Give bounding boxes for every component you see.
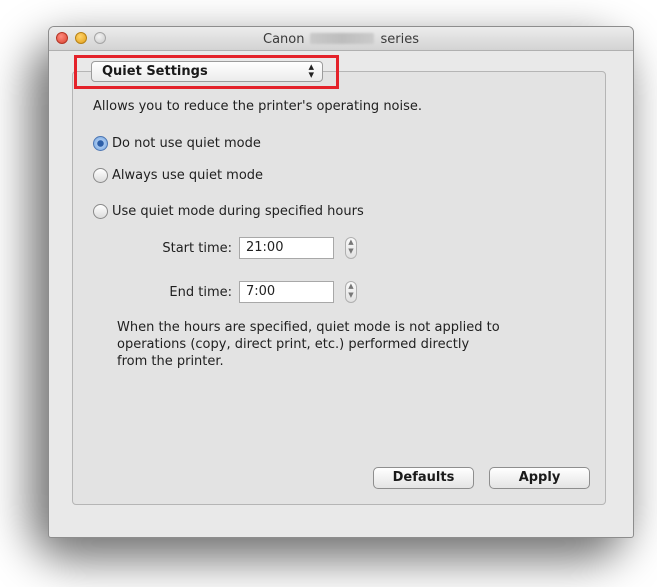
title-bar[interactable]: Canon series <box>49 27 633 51</box>
stepper-up-icon[interactable]: ▲ <box>348 238 353 246</box>
option-label: Do not use quiet mode <box>112 136 261 151</box>
end-time-label: End time: <box>169 285 232 300</box>
end-time-field[interactable]: 7:00 <box>239 281 334 303</box>
radio-button[interactable] <box>93 204 108 219</box>
apply-button[interactable]: Apply <box>489 467 590 489</box>
redacted-model-name <box>310 33 375 44</box>
settings-category-popup-value: Quiet Settings <box>102 64 208 79</box>
updown-arrows-icon: ▴ ▾ <box>308 60 314 81</box>
window-title: Canon series <box>49 32 633 47</box>
window-title-series: series <box>380 32 419 47</box>
start-time-label: Start time: <box>162 241 232 256</box>
option-label: Always use quiet mode <box>112 168 264 183</box>
stepper-up-icon[interactable]: ▲ <box>348 282 353 290</box>
radio-button-selected[interactable] <box>93 136 108 151</box>
option-label: Use quiet mode during specified hours <box>112 204 364 219</box>
quiet-settings-description: Allows you to reduce the printer's opera… <box>93 99 423 114</box>
start-time-stepper[interactable]: ▲ ▼ <box>345 237 357 259</box>
screenshot-stage: Canon series Quiet Settings ▴ ▾ Allows you… <box>0 0 657 587</box>
end-time-stepper[interactable]: ▲ ▼ <box>345 281 357 303</box>
quiet-hours-note: When the hours are specified, quiet mode… <box>117 320 500 369</box>
stepper-down-icon[interactable]: ▼ <box>348 291 353 299</box>
stepper-down-icon[interactable]: ▼ <box>348 247 353 255</box>
start-time-field[interactable]: 21:00 <box>239 237 334 259</box>
settings-category-popup[interactable]: Quiet Settings ▴ ▾ <box>91 61 323 82</box>
quiet-settings-window: Canon series Quiet Settings ▴ ▾ Allows you… <box>48 26 634 538</box>
defaults-button[interactable]: Defaults <box>373 467 474 489</box>
window-title-brand: Canon <box>263 32 305 47</box>
radio-button[interactable] <box>93 168 108 183</box>
